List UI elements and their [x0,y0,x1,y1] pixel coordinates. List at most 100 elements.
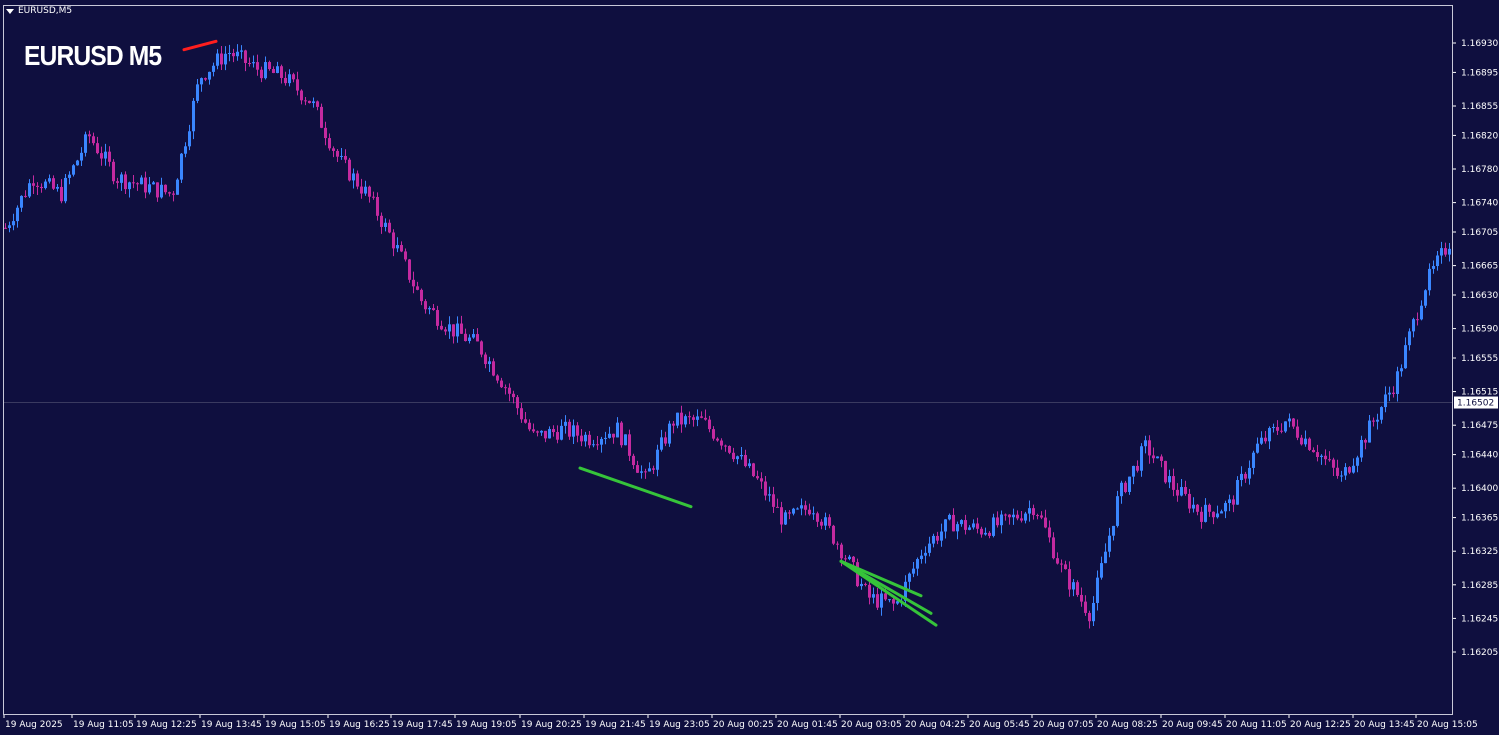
candle-body [992,517,995,536]
price-chart[interactable]: 1.16930 1.16895 1.16855 1.16820 1.16780 1.167… [0,0,1499,735]
candle-body [1268,427,1271,442]
candle-body [868,584,871,598]
candle-body [12,221,15,226]
y-tick-label: 1.16515 [1461,388,1498,398]
candle-body [472,334,475,338]
candle-body [624,434,627,446]
candle-body [1188,493,1191,509]
candle-body [1416,319,1419,321]
candle-body [308,100,311,104]
candle-body [568,421,571,437]
candle-body [548,429,551,439]
candle-body [1308,438,1311,450]
candle-body [976,523,979,529]
candle-body [44,181,47,189]
candle-body [928,543,931,553]
candle-body [688,416,691,418]
y-tick-label: 1.16630 [1461,291,1498,301]
candle-body [1336,467,1339,476]
candle-body [840,544,843,559]
candle-body [1060,563,1063,565]
candle-body [892,599,895,604]
y-tick-label: 1.16740 [1461,199,1498,209]
candle-body [468,337,471,342]
candle-body [1388,392,1391,395]
candle-body [1064,564,1067,570]
trendline [578,466,693,509]
candle-body [1360,440,1363,458]
candle-body [360,186,363,194]
candle-body [1380,407,1383,420]
menu-triangle-icon[interactable] [6,8,14,14]
candle-body [464,333,467,342]
candle-body [100,153,103,159]
candle-body [1184,487,1187,494]
candle-body [328,138,331,149]
candle-body [604,437,607,439]
candle-body [1116,496,1119,526]
candle-body [636,465,639,473]
chart-window[interactable]: 1.16930 1.16895 1.16855 1.16820 1.16780 1.167… [0,0,1499,735]
candle-body [1168,476,1171,483]
candle-body [420,289,423,302]
candle-body [1260,437,1263,444]
candle-body [796,508,799,510]
candle-body [184,146,187,154]
candle-body [48,178,51,182]
candle-body [716,438,719,441]
candle-body [1320,455,1323,457]
candle-body [1108,535,1111,552]
x-tick-label: 20 Aug 12:25 [1290,720,1351,730]
candle-body [192,100,195,132]
candle-body [608,433,611,438]
y-tick-label: 1.16820 [1461,131,1498,141]
candle-body [984,532,987,535]
candle-body [136,183,139,185]
candle-body [580,435,583,442]
candle-body [584,434,587,442]
y-tick-label: 1.16440 [1461,451,1498,461]
y-tick-label: 1.16475 [1461,421,1498,431]
candle-body [1136,465,1139,471]
candle-body [80,152,83,161]
candle-body [680,412,683,425]
candle-body [1348,467,1351,473]
candle-body [644,471,647,473]
candle-body [712,429,715,439]
candle-body [372,196,375,198]
x-tick-label: 19 Aug 11:05 [73,720,134,730]
candle-body [1104,551,1107,564]
window-title[interactable]: EURUSD,M5 [6,6,72,16]
candle-body [284,77,287,84]
candle-body [1368,420,1371,443]
y-tick-label: 1.16245 [1461,614,1498,624]
candle-body [664,437,667,444]
candle-body [600,438,603,445]
candle-body [632,455,635,466]
x-tick-label: 19 Aug 19:05 [456,720,517,730]
candle-body [596,444,599,446]
candle-body [1312,449,1315,453]
candle-body [720,440,723,446]
candle-body [456,323,459,337]
candle-body [660,437,663,450]
candle-body [512,393,515,398]
candle-body [776,506,779,508]
x-tick-label: 19 Aug 13:45 [201,720,262,730]
candle-body [760,478,763,482]
y-tick-label: 1.16665 [1461,262,1498,272]
candle-body [1128,476,1131,492]
candle-body [1356,457,1359,466]
candle-body [628,434,631,456]
candle-body [196,84,199,101]
y-tick-label: 1.16365 [1461,514,1498,524]
x-tick-label: 20 Aug 11:05 [1226,720,1287,730]
candle-body [168,192,171,194]
candle-body [1344,467,1347,476]
candle-body [224,53,227,65]
candle-body [376,196,379,216]
candle-body [1440,248,1443,256]
candle-body [960,520,963,525]
candle-body [648,468,651,472]
candle-body [1172,476,1175,490]
